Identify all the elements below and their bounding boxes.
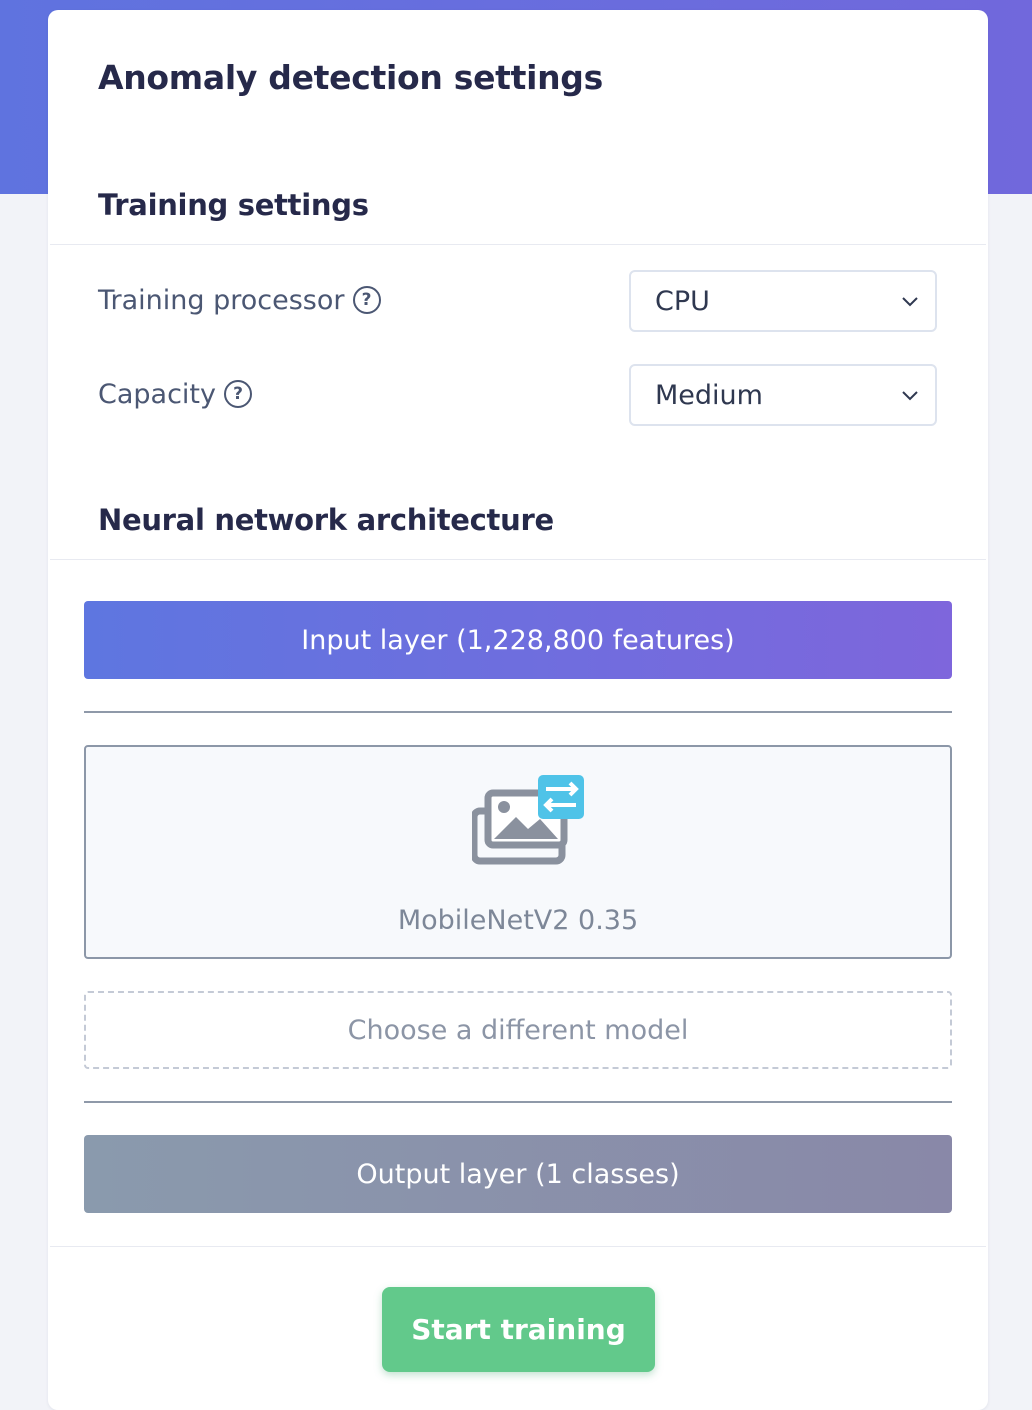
- capacity-value: Medium: [655, 379, 763, 411]
- architecture-heading: Neural network architecture: [98, 503, 554, 537]
- training-settings-heading: Training settings: [98, 188, 369, 222]
- training-processor-select[interactable]: CPU: [629, 270, 937, 332]
- capacity-select[interactable]: Medium: [629, 364, 937, 426]
- settings-card: Anomaly detection settings Training sett…: [48, 10, 988, 1410]
- connector-line: [84, 711, 952, 713]
- chevron-down-icon: [902, 297, 918, 307]
- start-training-button[interactable]: Start training: [382, 1287, 655, 1372]
- choose-different-model-button[interactable]: Choose a different model: [84, 991, 952, 1069]
- divider: [50, 559, 986, 560]
- divider: [50, 244, 986, 245]
- transfer-learning-images-icon: [472, 775, 584, 865]
- input-layer-block[interactable]: Input layer (1,228,800 features): [84, 601, 952, 679]
- question-circle-icon[interactable]: ?: [224, 380, 252, 408]
- chevron-down-icon: [902, 391, 918, 401]
- question-circle-icon[interactable]: ?: [352, 286, 381, 314]
- capacity-row-label: Capacity ?: [98, 374, 252, 414]
- model-name: MobileNetV2 0.35: [397, 905, 639, 936]
- training-processor-label: Training processor: [98, 284, 345, 316]
- divider: [50, 1246, 986, 1247]
- training-processor-row-label: Training processor ?: [98, 280, 381, 320]
- capacity-label: Capacity: [98, 378, 216, 410]
- page-title: Anomaly detection settings: [98, 58, 603, 97]
- output-layer-block[interactable]: Output layer (1 classes): [84, 1135, 952, 1213]
- connector-line: [84, 1101, 952, 1103]
- training-processor-value: CPU: [655, 285, 710, 317]
- model-block[interactable]: MobileNetV2 0.35: [84, 745, 952, 959]
